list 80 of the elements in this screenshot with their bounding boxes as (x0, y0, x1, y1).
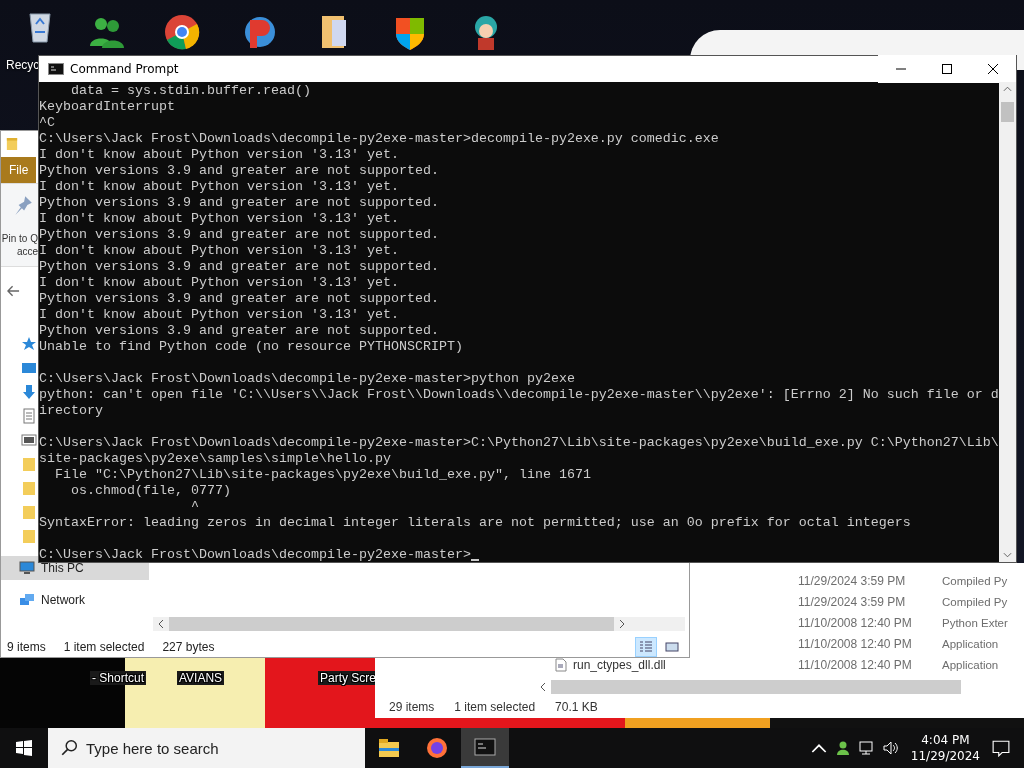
notification-icon[interactable] (992, 739, 1010, 757)
console-line: python: can't open file 'C:\\Users\\Jack Frost\\Downloads\\decompile-py2exe-master\\py2exe': [Errno 2] No such file or d (39, 387, 999, 403)
console-line: irectory (39, 403, 103, 419)
horizontal-scrollbar[interactable] (169, 617, 614, 632)
console-line: KeyboardInterrupt (39, 99, 175, 115)
console-line: I don't know about Python version '3.13' yet. (39, 211, 399, 227)
file-date: 11/10/2008 12:40 PM (798, 657, 913, 672)
status-text: 1 item selected (63, 640, 145, 654)
desktop-icon-label[interactable]: Recyc (6, 58, 40, 72)
status-text: 9 items (7, 640, 46, 654)
firefox-icon (425, 736, 449, 760)
desktop-icon-label[interactable]: AVIANS (177, 671, 225, 685)
console-line: I don't know about Python version '3.13' yet. (39, 147, 399, 163)
windows-logo-icon (16, 740, 32, 756)
console-line: Python versions 3.9 and greater are not supported. (39, 195, 439, 211)
maximize-icon (942, 64, 952, 74)
terminal-icon (48, 63, 64, 75)
picture-icon[interactable] (21, 431, 37, 448)
details-list-icon (639, 640, 653, 654)
file-type: Python Exter (942, 616, 1008, 629)
terminal-taskbar-button[interactable] (461, 728, 509, 768)
console-line: ^C (39, 115, 55, 131)
status-text: 227 bytes (162, 640, 215, 654)
desktop-icon-label[interactable]: - Shortcut (90, 671, 147, 685)
console-line: Unable to find Python code (no resource PYTHONSCRIPT) (39, 339, 463, 355)
file-type: Application (942, 637, 999, 650)
folder-icon (377, 736, 401, 760)
speaker-icon[interactable] (882, 740, 899, 756)
console-line: Python versions 3.9 and greater are not supported. (39, 259, 439, 275)
console-line: Python versions 3.9 and greater are not supported. (39, 163, 439, 179)
pin-to-quick-access-button[interactable]: Pin to Q acce (1, 183, 38, 258)
download-icon[interactable] (21, 383, 37, 400)
file-date: 11/10/2008 12:40 PM (798, 615, 913, 630)
window-title: Command Prompt (70, 62, 179, 76)
console-line: site-packages\py2exe\samples\simple\hello.py (39, 451, 391, 467)
console-line: C:\Users\Jack Frost\Downloads\decompile-py2exe-master>C:\Python27\Lib\site-packages\py2exe\build_exe.py C:\Python27\Lib\ (39, 435, 999, 451)
vertical-scrollbar[interactable] (999, 82, 1016, 562)
console-line: I don't know about Python version '3.13' yet. (39, 179, 399, 195)
console-line: SyntaxError: leading zeros in decimal integer literals are not permitted; use an 0o prefix for octal integers (39, 515, 911, 531)
nav-item[interactable]: Network (1, 587, 149, 612)
scrollbar-thumb[interactable] (1001, 102, 1014, 122)
search-field[interactable]: Type here to search (48, 728, 365, 768)
clock[interactable]: 4:04 PM 11/29/2024 (910, 732, 980, 764)
file-date: 11/10/2008 12:40 PM (798, 636, 913, 651)
status-text: 1 item selected (454, 699, 536, 714)
console-line: I don't know about Python version '3.13' yet. (39, 275, 399, 291)
console-line: data = sys.stdin.buffer.read() (70, 83, 311, 99)
computer-icon (19, 559, 35, 576)
terminal-icon (473, 735, 497, 759)
desktop-icon-label[interactable]: Party Scre (318, 671, 378, 685)
file-type: Application (942, 658, 999, 671)
close-icon (988, 64, 998, 74)
console-line: Python versions 3.9 and greater are not supported. (39, 323, 439, 339)
network-icon (19, 591, 35, 608)
back-arrow-icon[interactable] (7, 285, 20, 298)
console-line: C:\Users\Jack Frost\Downloads\decompile-py2exe-master>python py2exe (39, 371, 575, 387)
star-icon[interactable] (21, 335, 37, 352)
chrome-icon[interactable] (162, 12, 202, 52)
text-cursor (470, 559, 479, 561)
console-line: Python versions 3.9 and greater are not supported. (39, 291, 439, 307)
picture-view-icon (665, 640, 679, 654)
console-line: I don't know about Python version '3.13' yet. (39, 307, 399, 323)
console-line: os.chmod(file, 0777) (70, 483, 231, 499)
horizontal-scrollbar[interactable] (551, 680, 961, 694)
console-line: File "C:\Python27\Lib\site-packages\py2exe\build_exe.py", line 1671 (54, 467, 591, 483)
file-tab[interactable]: File (1, 157, 37, 183)
status-text: 70.1 KB (555, 699, 598, 714)
person-icon[interactable] (834, 740, 851, 756)
console-line: C:\Users\Jack Frost\Downloads\decompile-py2exe-master>decompile-py2exe.py comedic.exe (39, 131, 719, 147)
console-line: ^ (189, 499, 199, 515)
file-date: 11/29/2024 3:59 PM (798, 573, 907, 588)
file-date: 11/29/2024 3:59 PM (798, 594, 907, 609)
file-type: Compiled Py (942, 574, 1008, 587)
search-icon (60, 739, 78, 757)
console-line: Python versions 3.9 and greater are not supported. (39, 227, 439, 243)
console-line: I don't know about Python version '3.13' yet. (39, 243, 399, 259)
file-type: Compiled Py (942, 595, 1008, 608)
status-text: 29 items (389, 699, 435, 714)
file-name[interactable]: run_ctypes_dll.dll (573, 657, 666, 672)
network-icon[interactable] (858, 740, 875, 756)
